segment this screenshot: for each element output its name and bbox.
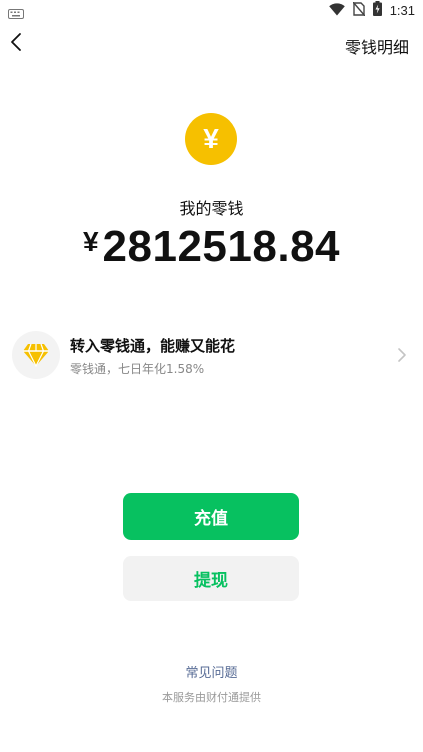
withdraw-button[interactable]: 提现 (123, 556, 299, 601)
no-sim-icon (352, 1, 366, 20)
battery-charging-icon (372, 0, 382, 20)
keyboard-icon (8, 4, 24, 19)
transaction-details-link[interactable]: 零钱明细 (345, 34, 409, 58)
promo-title: 转入零钱通，能赚又能花 (70, 337, 236, 355)
currency-symbol: ¥ (82, 226, 99, 257)
status-icons: 1:31 (328, 0, 415, 20)
recharge-button[interactable]: 充值 (123, 493, 299, 540)
status-bar: 1:31 (0, 0, 423, 20)
chevron-left-icon (10, 32, 22, 56)
coin-icon: ¥ (185, 113, 237, 165)
coin-symbol: ¥ (203, 123, 219, 154)
provider-note: 本服务由财付通提供 (162, 691, 261, 704)
promo-subtitle: 零钱通，七日年化1.58% (70, 362, 205, 376)
chevron-right-icon (397, 347, 407, 363)
clock-time: 1:31 (389, 2, 415, 18)
balance-amount: ¥2812518.84 (0, 222, 423, 272)
wallet-balance-page: 1:31 零钱明细 ¥ 我的零钱 ¥2812518.84 转入零钱通，能赚又能花… (0, 0, 423, 752)
balance-label: 我的零钱 (179, 199, 244, 218)
back-button[interactable] (4, 30, 28, 58)
lingqiantong-promo-row[interactable]: 转入零钱通，能赚又能花 零钱通，七日年化1.58% (0, 325, 423, 387)
balance-value: 2812518.84 (102, 222, 341, 271)
diamond-icon (12, 331, 60, 379)
wifi-icon (328, 1, 345, 20)
faq-link[interactable]: 常见问题 (0, 662, 423, 681)
